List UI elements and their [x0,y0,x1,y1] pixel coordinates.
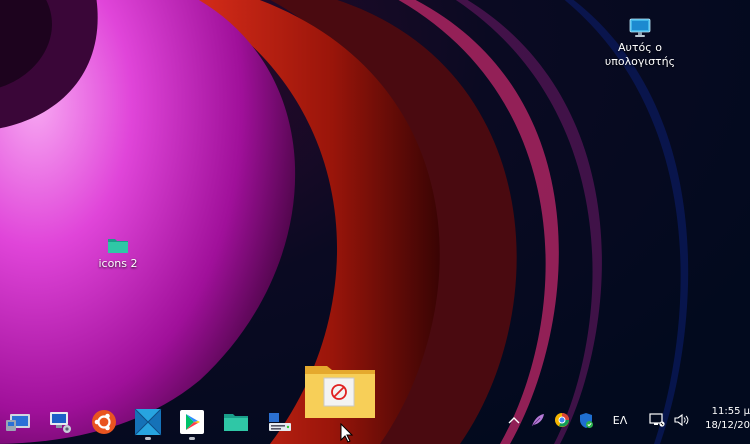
taskbar-app-wsl[interactable] [130,404,166,440]
file-explorer-icon [224,414,248,431]
show-hidden-icons-button[interactable] [507,410,521,430]
clock-date: 18/12/20 [705,420,750,431]
no-drop-icon [323,377,355,407]
tray-app-colorful[interactable] [553,410,571,430]
desktop-icon-label: icons 2 [98,257,138,270]
taskbar-app-play-store[interactable] [174,404,210,440]
wsl-icon [134,408,162,436]
mouse-cursor-icon [340,423,354,443]
chevron-up-icon [508,417,520,424]
volume-button[interactable] [673,410,691,430]
running-indicator [189,437,195,440]
shield-icon [580,412,593,428]
desktop-icon-icons-2[interactable]: icons 2 [75,236,161,271]
play-store-icon [180,410,204,434]
tray-app-feather[interactable] [529,410,547,430]
taskbar-app-network-computer[interactable] [42,404,78,440]
taskbar-app-file-explorer[interactable] [218,404,254,440]
desktop-icon-label: υπολογιστής [604,55,676,68]
taskbar-clock[interactable]: 11:55 μ 18/12/20 [700,405,750,433]
chrome-color-icon [555,413,569,427]
folder-icon [108,239,128,253]
taskbar-app-server[interactable] [262,404,298,440]
running-indicator [145,437,151,440]
network-status-button[interactable] [648,410,666,430]
remote-desktop-icon [6,414,30,431]
input-language-indicator[interactable]: ΕΛ [609,410,631,430]
ubuntu-icon [92,410,116,434]
volume-icon [674,413,689,427]
server-icon [269,413,291,431]
clock-time: 11:55 μ [711,406,750,417]
monitor-icon [629,18,651,37]
taskbar-app-remote-desktop[interactable] [0,404,36,440]
desktop-icon-label: Αυτός ο [618,41,662,54]
tray-app-defender[interactable] [577,410,595,430]
network-computer-icon [50,412,71,433]
dragged-folder[interactable] [304,364,376,420]
feather-icon [531,414,544,427]
desktop-icon-this-pc[interactable]: Αυτός ο υπολογιστής [597,18,683,69]
taskbar-app-ubuntu[interactable] [86,404,122,440]
network-icon [649,413,665,427]
